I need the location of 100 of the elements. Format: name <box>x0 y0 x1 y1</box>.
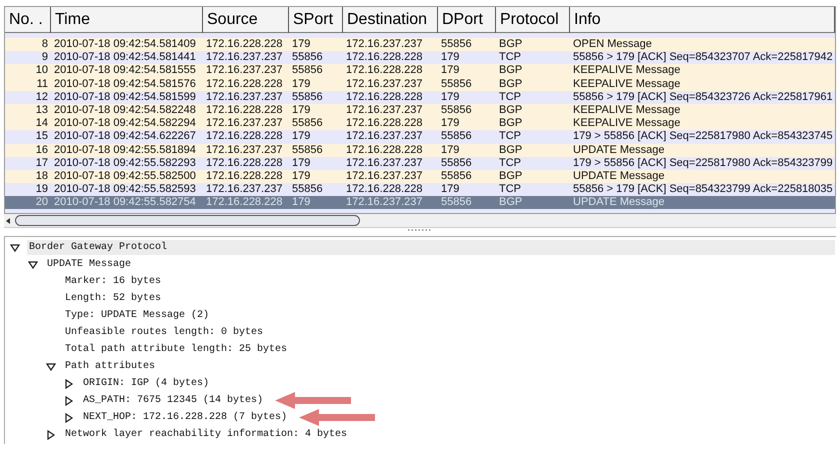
table-cell-text: 10 <box>34 64 49 78</box>
table-cell-text: 2010-07-18 09:42:54.582294 <box>53 117 197 130</box>
table-cell-text: BGP <box>498 144 524 157</box>
table-cell-text: BGP <box>498 117 524 130</box>
table-cell-text: 172.16.237.237 <box>205 144 284 157</box>
table-cell-text: 2010-07-18 09:42:54.581576 <box>53 78 197 91</box>
table-cell-text: KEEPALIVE Message <box>572 78 682 91</box>
table-cell-text: TCP <box>498 183 522 196</box>
packet-row[interactable]: 15 2010-07-18 09:42:54.622267 172.16.228.228 179 172.16.237.237 55856 TCP 179 > 55856 [ACK] Seq=225817980 Ack=854323745 <box>5 130 835 144</box>
table-cell-text: 2010-07-18 09:42:54.581555 <box>53 64 197 78</box>
packet-row[interactable]: 19 2010-07-18 09:42:55.582593 172.16.237.237 55856 172.16.228.228 179 TCP 55856 > 179 [ACK] Seq=854323799 Ack=225818035 <box>5 183 835 196</box>
expand-triangle-icon[interactable] <box>63 394 75 407</box>
collapse-triangle-icon[interactable] <box>9 242 21 254</box>
scroll-left-icon[interactable] <box>4 216 12 225</box>
horizontal-scrollbar-thumb[interactable] <box>15 215 360 226</box>
table-cell-text: 172.16.228.228 <box>345 90 424 104</box>
collapse-triangle-icon[interactable] <box>27 258 39 271</box>
table-cell-text: 172.16.237.237 <box>345 38 424 52</box>
packet-row[interactable]: 16 2010-07-18 09:42:55.581894 172.16.237.237 55856 172.16.228.228 179 BGP UPDATE Message <box>5 144 835 157</box>
table-cell-text: 2010-07-18 09:42:54.622267 <box>53 130 197 144</box>
table-cell-text: 179 <box>440 90 460 104</box>
table-cell-text: 2010-07-18 09:42:54.581441 <box>53 51 197 64</box>
table-cell-text: 14 <box>34 117 49 130</box>
table-cell-text: TCP <box>498 51 522 64</box>
packet-row[interactable]: 13 2010-07-18 09:42:54.582248 172.16.228.228 179 172.16.237.237 55856 BGP KEEPALIVE Message <box>5 104 835 118</box>
table-cell-text: 179 <box>291 170 312 184</box>
table-cell-text: 12 <box>34 90 49 104</box>
table-cell-text: 2010-07-18 09:42:55.581894 <box>53 144 197 157</box>
table-cell-text: 55856 <box>291 64 324 78</box>
table-cell-text: UPDATE Message <box>572 144 666 157</box>
table-cell-text: 172.16.228.228 <box>345 51 424 64</box>
table-cell-text: 55856 > 179 [ACK] Seq=854323707 Ack=225817942 <box>572 51 834 64</box>
table-cell-text: 172.16.228.228 <box>205 130 284 144</box>
expand-triangle-icon[interactable] <box>63 412 75 424</box>
table-cell-text: 17 <box>34 156 49 170</box>
expand-triangle-icon[interactable] <box>45 428 57 441</box>
tree-item[interactable]: AS_PATH: 7675 12345 (14 bytes) <box>81 393 266 408</box>
table-cell-text: 172.16.228.228 <box>205 156 284 170</box>
tree-item[interactable]: Length: 52 bytes <box>63 291 164 306</box>
table-cell-text: 179 > 55856 [ACK] Seq=225817980 Ack=854323799 <box>572 156 834 170</box>
tree-item[interactable]: UPDATE Message <box>45 257 134 272</box>
table-cell-text: 172.16.237.237 <box>345 78 424 91</box>
table-cell-text: 16 <box>34 144 49 157</box>
table-cell-text: 172.16.237.237 <box>205 117 284 130</box>
splitter-grip-icon[interactable] <box>407 228 433 232</box>
table-cell-text: 179 <box>440 51 460 64</box>
tree-item[interactable]: Path attributes <box>63 359 158 374</box>
collapse-triangle-icon[interactable] <box>45 360 57 373</box>
table-cell-text: 55856 <box>440 38 473 52</box>
tree-item[interactable]: Border Gateway Protocol <box>27 240 835 256</box>
packet-row[interactable]: 8 2010-07-18 09:42:54.581409 172.16.228.228 179 172.16.237.237 55856 BGP OPEN Message <box>5 38 835 52</box>
table-cell-text: 172.16.237.237 <box>345 130 424 144</box>
table-cell-text: 2010-07-18 09:42:55.582593 <box>53 183 197 196</box>
table-cell-text: 13 <box>34 104 49 118</box>
tree-item[interactable]: Marker: 16 bytes <box>63 274 164 290</box>
table-cell-text: KEEPALIVE Message <box>572 117 682 130</box>
table-cell-text: 179 <box>291 104 312 118</box>
packet-row[interactable]: 17 2010-07-18 09:42:55.582293 172.16.228.228 179 172.16.237.237 55856 TCP 179 > 55856 [ACK] Seq=225817980 Ack=854323799 <box>5 156 835 170</box>
packet-row[interactable]: 14 2010-07-18 09:42:54.582294 172.16.237.237 55856 172.16.228.228 179 BGP KEEPALIVE Message <box>5 117 835 130</box>
table-cell-text: 55856 <box>291 183 324 196</box>
table-cell-text: 2010-07-18 09:42:54.581599 <box>53 90 197 104</box>
table-cell-text: 172.16.228.228 <box>345 64 424 78</box>
table-cell-text: BGP <box>498 196 524 210</box>
table-cell-text: KEEPALIVE Message <box>572 104 682 118</box>
table-cell-text: OPEN Message <box>572 38 653 52</box>
table-cell-text: 55856 <box>440 170 473 184</box>
expand-triangle-icon[interactable] <box>63 378 75 390</box>
table-cell-text: 172.16.228.228 <box>205 104 284 118</box>
table-cell-text: 11 <box>36 78 49 91</box>
table-cell-text: 172.16.237.237 <box>205 183 284 196</box>
table-cell-text: 55856 <box>291 51 324 64</box>
table-cell-text: 179 <box>291 38 312 52</box>
table-cell-text: 55856 > 179 [ACK] Seq=854323726 Ack=225817961 <box>572 90 834 104</box>
tree-item[interactable]: ORIGIN: IGP (4 bytes) <box>81 376 212 392</box>
table-cell-text: 172.16.228.228 <box>205 196 284 210</box>
table-cell-text: 179 <box>440 64 460 78</box>
table-cell-text: 9 <box>40 51 49 64</box>
table-cell-text: 179 <box>440 183 460 196</box>
tree-item[interactable]: Type: UPDATE Message (2) <box>63 308 212 324</box>
table-cell-text: 55856 <box>291 144 324 157</box>
table-cell-text: 55856 <box>440 196 473 210</box>
table-cell-text: TCP <box>498 90 522 104</box>
table-cell-text: 172.16.237.237 <box>345 196 424 210</box>
tree-item[interactable]: Unfeasible routes length: 0 bytes <box>63 325 266 340</box>
table-cell-text: 55856 <box>291 117 324 130</box>
table-cell-text: 172.16.237.237 <box>345 104 424 118</box>
tree-item[interactable]: Network layer reachability information: 4 bytes <box>63 427 350 442</box>
packet-row[interactable]: 12 2010-07-18 09:42:54.581599 172.16.237.237 55856 172.16.228.228 179 TCP 55856 > 179 [ACK] Seq=854323726 Ack=225817961 <box>5 90 835 104</box>
table-cell-text: KEEPALIVE Message <box>572 64 682 78</box>
packet-row[interactable]: 10 2010-07-18 09:42:54.581555 172.16.237.237 55856 172.16.228.228 179 BGP KEEPALIVE Message <box>5 64 835 78</box>
table-cell-text: 2010-07-18 09:42:55.582754 <box>53 196 197 210</box>
table-cell-text: 2010-07-18 09:42:55.582293 <box>53 156 197 170</box>
tree-item[interactable]: Total path attribute length: 25 bytes <box>63 342 290 358</box>
table-cell-text: 55856 <box>291 90 324 104</box>
packet-row[interactable]: 18 2010-07-18 09:42:55.582500 172.16.228.228 179 172.16.237.237 55856 BGP UPDATE Message <box>5 170 835 184</box>
table-cell-text: 179 > 55856 [ACK] Seq=225817980 Ack=854323745 <box>572 130 834 144</box>
table-cell-text: 172.16.237.237 <box>345 170 424 184</box>
tree-item[interactable]: NEXT_HOP: 172.16.228.228 (7 bytes) <box>81 410 290 426</box>
packet-row[interactable]: 11 2010-07-18 09:42:54.581576 172.16.228.228 179 172.16.237.237 55856 BGP KEEPALIVE Message <box>5 78 835 91</box>
packet-row[interactable]: 9 2010-07-18 09:42:54.581441 172.16.237.237 55856 172.16.228.228 179 TCP 55856 > 179 [ACK] Seq=854323707 Ack=225817942 <box>5 51 835 64</box>
